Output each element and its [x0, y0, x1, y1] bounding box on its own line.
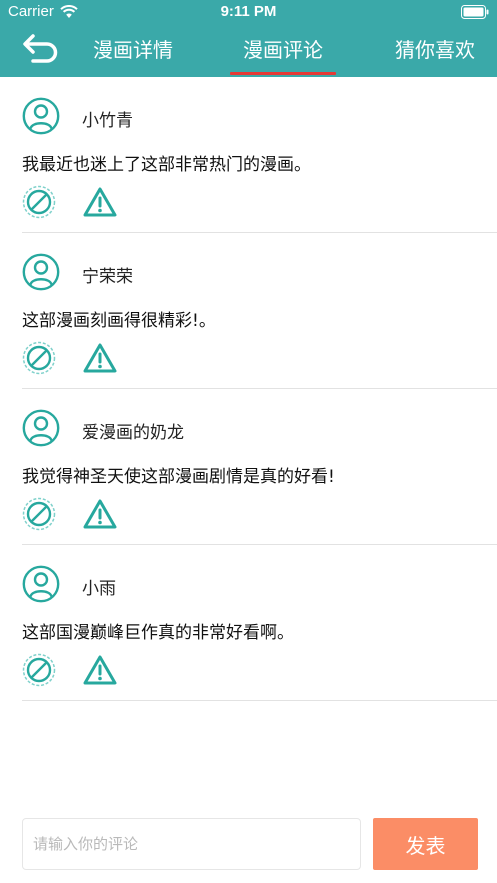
- report-warning-icon[interactable]: [82, 342, 118, 374]
- block-icon[interactable]: [22, 341, 56, 375]
- report-warning-icon[interactable]: [82, 186, 118, 218]
- back-button[interactable]: [18, 30, 64, 70]
- user-avatar-icon: [22, 97, 60, 135]
- block-icon[interactable]: [22, 653, 56, 687]
- comment-item: 小竹青 我最近也迷上了这部非常热门的漫画。: [0, 77, 497, 233]
- report-warning-icon[interactable]: [82, 654, 118, 686]
- comment-item: 宁荣荣 这部漫画刻画得很精彩!。: [0, 233, 497, 389]
- back-arrow-icon: [23, 34, 58, 63]
- comment-item: 爱漫画的奶龙 我觉得神圣天使这部漫画剧情是真的好看!: [0, 389, 497, 545]
- comment-composer: 发表: [0, 810, 497, 883]
- tab-recommendations[interactable]: 猜你喜欢: [392, 36, 478, 66]
- report-warning-icon[interactable]: [82, 498, 118, 530]
- block-icon[interactable]: [22, 185, 56, 219]
- user-avatar-icon: [22, 565, 60, 603]
- top-nav-bar: 漫画详情 漫画评论 猜你喜欢: [0, 24, 497, 77]
- status-time: 9:11 PM: [220, 3, 277, 20]
- comment-list: 小竹青 我最近也迷上了这部非常热门的漫画。 宁荣荣 这部漫画刻画得很精彩!。 爱…: [0, 77, 497, 701]
- user-avatar-icon: [22, 253, 60, 291]
- battery-icon: [461, 5, 489, 19]
- comment-input[interactable]: [22, 818, 361, 870]
- comment-text: 这部国漫巅峰巨作真的非常好看啊。: [22, 623, 294, 643]
- comment-username: 爱漫画的奶龙: [82, 423, 184, 443]
- block-icon[interactable]: [22, 497, 56, 531]
- comment-username: 宁荣荣: [82, 267, 133, 287]
- send-button[interactable]: 发表: [373, 818, 478, 870]
- comment-text: 我觉得神圣天使这部漫画剧情是真的好看!: [22, 467, 335, 487]
- comment-text: 这部漫画刻画得很精彩!。: [22, 311, 216, 331]
- active-tab-indicator: [230, 72, 336, 75]
- comment-username: 小竹青: [82, 111, 133, 131]
- comment-item: 小雨 这部国漫巅峰巨作真的非常好看啊。: [0, 545, 497, 701]
- comment-divider: [22, 700, 497, 701]
- tab-comic-detail[interactable]: 漫画详情: [90, 36, 176, 66]
- comment-username: 小雨: [82, 579, 116, 599]
- user-avatar-icon: [22, 409, 60, 447]
- tab-comic-comments[interactable]: 漫画评论: [233, 36, 333, 66]
- status-bar: Carrier 9:11 PM: [0, 0, 497, 24]
- comment-text: 我最近也迷上了这部非常热门的漫画。: [22, 155, 311, 175]
